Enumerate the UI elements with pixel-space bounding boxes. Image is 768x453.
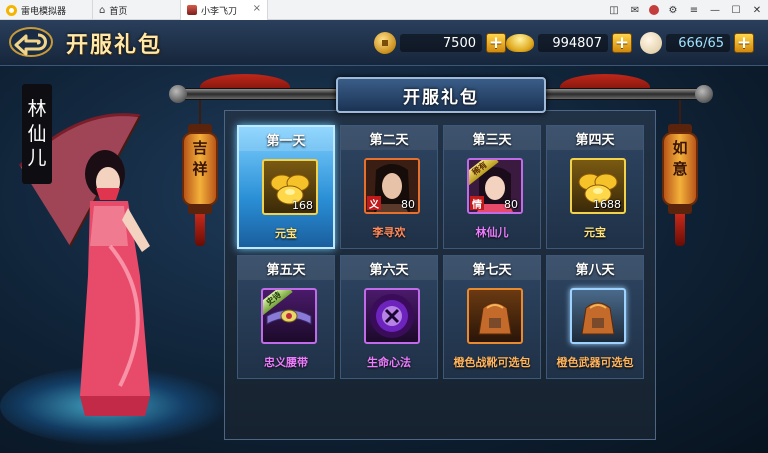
reward-count: 80: [504, 198, 518, 211]
game-favicon-icon: [187, 5, 197, 15]
copper-resource: 7500 +: [374, 32, 506, 54]
reward-item-frame[interactable]: [570, 288, 626, 344]
lantern-right: 如 意: [660, 100, 700, 250]
character-name-char: 林: [27, 97, 47, 120]
reward-count: 168: [292, 199, 313, 212]
game-screen: 开服礼包 7500 + 994807 + 666/65 + 林 仙 儿 吉 祥 …: [0, 20, 768, 453]
stamina-bun-icon: [640, 32, 662, 54]
game-tab-label: 小李飞刀: [201, 6, 238, 17]
day-label: 第六天: [341, 256, 437, 280]
heart-technique-icon: [370, 294, 414, 338]
day-cell-3[interactable]: 第三天 稀有 情 80 林仙儿: [443, 125, 541, 249]
day-label: 第一天: [239, 127, 333, 151]
menu-icon[interactable]: ≡: [687, 5, 701, 16]
page-title: 开服礼包: [66, 32, 163, 58]
reward-item-frame[interactable]: 168: [262, 159, 318, 215]
lantern-left: 吉 祥: [180, 100, 220, 250]
equipment-bag-icon: [581, 302, 615, 335]
reward-name: 橙色战靴可选包: [453, 356, 531, 369]
stamina-value: 666/65: [666, 34, 730, 52]
back-arrow-icon: [9, 27, 53, 57]
reward-name: 生命心法: [367, 356, 411, 369]
home-tab[interactable]: ⌂ 首页: [92, 0, 180, 20]
equipment-bag-icon: [478, 302, 512, 335]
home-icon: ⌂: [99, 4, 106, 16]
reward-name: 元宝: [275, 227, 297, 240]
reward-count: 1688: [593, 198, 621, 211]
day-cell-1[interactable]: 第一天 168 元宝: [237, 125, 335, 249]
character-name-char: 儿: [27, 147, 47, 170]
daily-reward-grid: 第一天 168 元宝 第二天 义 80 李寻欢 第三天 稀有 情 80 林仙儿 …: [237, 125, 644, 379]
home-tab-label: 首页: [109, 6, 128, 17]
reward-item-frame[interactable]: 1688: [570, 158, 626, 214]
user-avatar-icon[interactable]: [649, 5, 659, 15]
add-gold-button[interactable]: +: [612, 33, 632, 53]
mail-icon[interactable]: ✉: [628, 5, 642, 16]
maximize-icon[interactable]: ☐: [729, 5, 743, 16]
reward-name: 李寻欢: [372, 226, 406, 239]
settings-icon[interactable]: ⚙: [666, 5, 680, 16]
day-cell-2[interactable]: 第二天 义 80 李寻欢: [340, 125, 438, 249]
game-tab[interactable]: 小李飞刀 ×: [180, 0, 268, 20]
day-cell-6[interactable]: 第六天 生命心法: [340, 255, 438, 379]
window-controls: ◫ ✉ ⚙ ≡ — ☐ ✕: [607, 0, 764, 20]
copper-value: 7500: [400, 34, 482, 52]
day-label: 第八天: [547, 256, 643, 280]
day-label: 第七天: [444, 256, 540, 280]
add-stamina-button[interactable]: +: [734, 33, 754, 53]
reward-item-frame[interactable]: 稀有 情 80: [467, 158, 523, 214]
panel-title-banner: 开服礼包: [336, 77, 546, 113]
ldplayer-logo-icon: [6, 4, 17, 16]
app-tab-label: 雷电模拟器: [21, 6, 67, 17]
gamepad-icon[interactable]: ◫: [607, 5, 621, 16]
reward-name: 橙色武器可选包: [556, 356, 634, 369]
reward-item-frame[interactable]: [467, 288, 523, 344]
minimize-icon[interactable]: —: [708, 5, 722, 16]
reward-count: 80: [401, 198, 415, 211]
reward-name: 林仙儿: [475, 226, 509, 239]
add-copper-button[interactable]: +: [486, 33, 506, 53]
hero-type-tag: 情: [470, 196, 484, 211]
lantern-right-text: 如 意: [672, 139, 688, 178]
gift-pack-panel: 第一天 168 元宝 第二天 义 80 李寻欢 第三天 稀有 情 80 林仙儿 …: [224, 110, 656, 440]
gold-value: 994807: [538, 34, 608, 52]
character-name-char: 仙: [27, 122, 47, 145]
lantern-left-text: 吉 祥: [192, 139, 208, 178]
day-cell-4[interactable]: 第四天 1688 元宝: [546, 125, 644, 249]
panel-title: 开服礼包: [403, 87, 479, 108]
emulator-title-bar: 雷电模拟器 ⌂ 首页 小李飞刀 × ◫ ✉ ⚙ ≡ — ☐ ✕: [0, 0, 768, 20]
close-tab-icon[interactable]: ×: [253, 3, 261, 14]
close-window-icon[interactable]: ✕: [750, 5, 764, 16]
reward-name: 元宝: [584, 226, 606, 239]
day-label: 第四天: [547, 126, 643, 150]
day-cell-8[interactable]: 第八天 橙色武器可选包: [546, 255, 644, 379]
reward-name: 忠义腰带: [264, 356, 308, 369]
copper-coin-icon: [374, 32, 396, 54]
reward-item-frame[interactable]: 史诗: [261, 288, 317, 344]
day-label: 第三天: [444, 126, 540, 150]
reward-item-frame[interactable]: [364, 288, 420, 344]
hero-type-tag: 义: [367, 196, 381, 211]
app-tab[interactable]: 雷电模拟器: [0, 0, 92, 20]
day-label: 第五天: [238, 256, 334, 280]
back-button[interactable]: [6, 24, 56, 60]
day-label: 第二天: [341, 126, 437, 150]
gold-resource: 994807 +: [506, 32, 632, 54]
stamina-resource: 666/65 +: [640, 32, 754, 54]
reward-item-frame[interactable]: 义 80: [364, 158, 420, 214]
top-bar: 开服礼包 7500 + 994807 + 666/65 +: [0, 20, 768, 66]
character-name-banner: 林 仙 儿: [22, 84, 52, 184]
gold-ingot-icon: [506, 34, 534, 52]
day-cell-7[interactable]: 第七天 橙色战靴可选包: [443, 255, 541, 379]
day-cell-5[interactable]: 第五天 史诗 忠义腰带: [237, 255, 335, 379]
